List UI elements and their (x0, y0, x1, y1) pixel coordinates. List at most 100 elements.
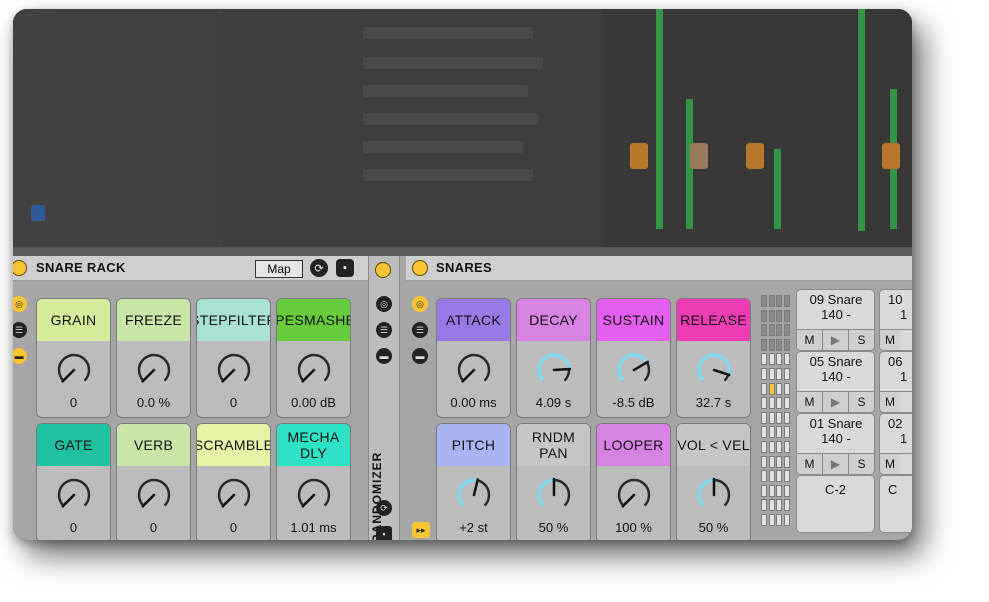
pad-cell[interactable] (783, 484, 790, 497)
rack-on-led[interactable] (13, 260, 27, 276)
pad-cell[interactable] (776, 484, 782, 497)
save-icon[interactable]: ▪ (336, 259, 354, 277)
mute-button[interactable]: M (880, 454, 900, 474)
mute-button[interactable]: M (797, 330, 823, 350)
knob-icon[interactable] (455, 351, 493, 389)
macro-control[interactable]: GATE 0 (36, 423, 111, 540)
pad-cell[interactable] (761, 309, 767, 322)
pad-cell[interactable] (761, 324, 767, 337)
macro-control[interactable]: VOL < VEL 50 % (676, 423, 751, 540)
macro-control[interactable]: PITCH +2 st (436, 423, 511, 540)
randomize-icon[interactable]: ⟳ (310, 259, 328, 277)
pad-cell[interactable] (776, 499, 782, 512)
knob-icon[interactable] (535, 476, 573, 514)
pad-cell[interactable] (768, 455, 775, 468)
macro-control[interactable]: LOOPER 100 % (596, 423, 671, 540)
pad-cell[interactable] (768, 426, 775, 439)
pad-cell[interactable] (783, 309, 790, 322)
pad-cell[interactable] (783, 455, 790, 468)
pad-cell[interactable] (761, 411, 767, 424)
pad-cell[interactable] (783, 324, 790, 337)
map-button[interactable]: Map (255, 260, 303, 278)
pad-cell[interactable] (783, 295, 790, 307)
save-icon[interactable]: ▪ (376, 526, 392, 540)
mute-button[interactable]: M (880, 330, 900, 350)
pad-cell[interactable] (768, 411, 775, 424)
pad-cell[interactable] (761, 382, 767, 395)
pad-cell[interactable] (768, 514, 775, 526)
macro-control[interactable]: PIPESMASHER 0.00 dB (276, 298, 351, 418)
solo-button[interactable]: S (849, 392, 874, 412)
pad-cell[interactable] (761, 499, 767, 512)
play-icon[interactable]: ▶ (823, 454, 849, 474)
play-icon[interactable]: ▶ (823, 392, 849, 412)
pad-cell[interactable] (776, 411, 782, 424)
pad-cell[interactable] (768, 397, 775, 410)
knob-icon[interactable] (695, 476, 733, 514)
knob-icon[interactable] (615, 476, 653, 514)
pad-cell[interactable] (768, 499, 775, 512)
drum-pad[interactable]: 10 1 M (879, 289, 912, 351)
knob-icon[interactable] (55, 476, 93, 514)
snares-on-led[interactable] (412, 260, 428, 276)
pad-cell[interactable] (768, 368, 775, 380)
launch-icon[interactable]: ▸▸ (412, 522, 430, 538)
randomize-icon[interactable]: ⟳ (376, 500, 392, 516)
knob-icon[interactable] (135, 476, 173, 514)
macro-control[interactable]: RELEASE 32.7 s (676, 298, 751, 418)
device-view-icon[interactable]: ▬ (412, 348, 428, 364)
pad-cell[interactable] (768, 324, 775, 337)
pad-cell[interactable] (776, 368, 782, 380)
pad-cell[interactable] (783, 338, 790, 351)
pad-cell[interactable] (761, 426, 767, 439)
pad-cell[interactable] (768, 353, 775, 366)
mute-button[interactable]: M (797, 392, 823, 412)
pad-cell[interactable] (761, 455, 767, 468)
pad-cell[interactable] (783, 353, 790, 366)
pad-cell[interactable] (776, 295, 782, 307)
randomizer-on-led[interactable] (375, 262, 391, 278)
pad-cell[interactable] (761, 338, 767, 351)
pad-cell[interactable] (776, 338, 782, 351)
pad-cell[interactable] (761, 514, 767, 526)
pad-cell[interactable] (783, 499, 790, 512)
device-view-icon[interactable]: ▬ (376, 348, 392, 364)
knob-icon[interactable] (215, 476, 253, 514)
pad-cell[interactable] (768, 484, 775, 497)
pad-cell[interactable] (783, 411, 790, 424)
drum-pad[interactable]: 09 Snare 140 - M ▶ S (796, 289, 875, 351)
macro-view-icon[interactable]: ◎ (412, 296, 428, 312)
pad-cell[interactable] (776, 353, 782, 366)
pad-cell[interactable] (761, 295, 767, 307)
pad-cell[interactable] (768, 338, 775, 351)
pad-cell[interactable] (768, 441, 775, 453)
pad-cell[interactable] (761, 484, 767, 497)
pad-cell[interactable] (761, 353, 767, 366)
pad-cell[interactable] (768, 295, 775, 307)
mute-button[interactable]: M (880, 392, 900, 412)
solo-button[interactable]: S (849, 454, 874, 474)
drum-pad[interactable]: 02 1 M (879, 413, 912, 475)
drum-pad[interactable]: 06 1 M (879, 351, 912, 413)
pad-cell[interactable] (761, 368, 767, 380)
pad-cell[interactable] (783, 382, 790, 395)
pad-cell[interactable] (768, 470, 775, 483)
drum-pad[interactable]: 01 Snare 140 - M ▶ S (796, 413, 875, 475)
knob-icon[interactable] (615, 351, 653, 389)
view-divider[interactable] (13, 247, 912, 256)
pad-cell[interactable] (776, 455, 782, 468)
pad-cell[interactable] (768, 309, 775, 322)
pad-cell[interactable] (761, 441, 767, 453)
knob-icon[interactable] (535, 351, 573, 389)
pad-cell[interactable] (776, 324, 782, 337)
pad-cell[interactable] (776, 382, 782, 395)
pad-cell[interactable] (783, 397, 790, 410)
pad-cell[interactable] (768, 382, 775, 395)
pad-cell[interactable] (783, 470, 790, 483)
knob-icon[interactable] (455, 476, 493, 514)
pad-cell[interactable] (761, 397, 767, 410)
macro-control[interactable]: GRAIN 0 (36, 298, 111, 418)
chain-list-icon[interactable]: ☰ (412, 322, 428, 338)
randomize-icon[interactable]: ◎ (376, 296, 392, 312)
macro-control[interactable]: FREEZE 0.0 % (116, 298, 191, 418)
